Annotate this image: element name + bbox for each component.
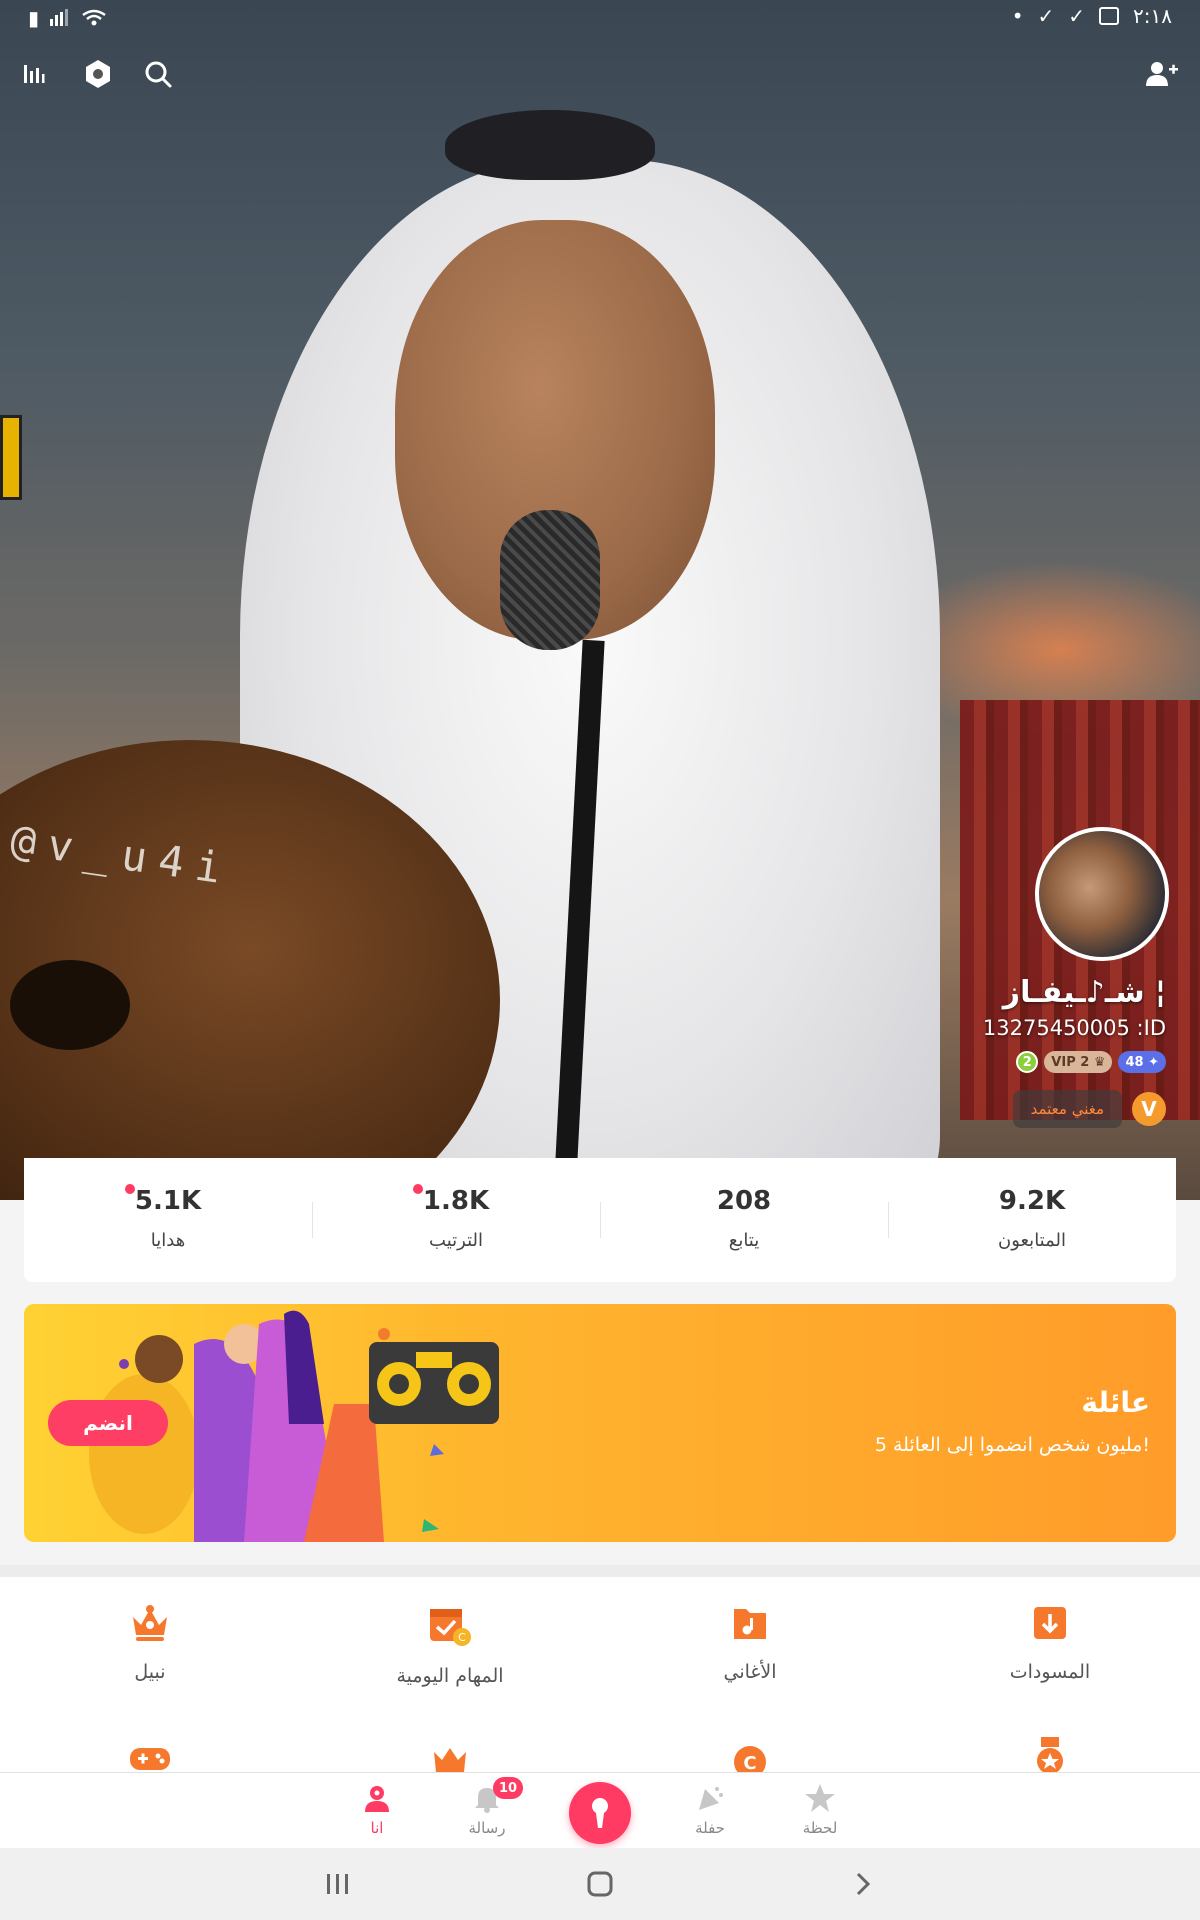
- messages-count-badge: 10: [493, 1777, 523, 1799]
- nav-profile[interactable]: انا: [337, 1783, 417, 1837]
- stat-gifts[interactable]: 5.1K هدايا: [24, 1158, 312, 1282]
- recent-apps-icon[interactable]: [318, 1866, 358, 1902]
- stat-following-label: يتابع: [728, 1230, 760, 1251]
- stat-gifts-value: 5.1K: [124, 1184, 202, 1216]
- stats-card: 5.1K هدايا 1.8K الترتيب 208 يتابع 9.2K ا…: [24, 1158, 1176, 1282]
- svg-text:C: C: [458, 1631, 466, 1644]
- verified-singer[interactable]: مغني معتمد V: [1012, 1090, 1166, 1128]
- home-icon[interactable]: [580, 1866, 620, 1902]
- stat-ranking-number: 1.8K: [422, 1186, 490, 1216]
- crown-outline-icon: [434, 1748, 466, 1772]
- nav-messages[interactable]: 10 رسالة: [447, 1777, 527, 1837]
- bottom-nav: انا 10 رسالة حفلة لحظة: [0, 1772, 1200, 1848]
- stat-followers-value: 9.2K: [998, 1186, 1066, 1216]
- profile-avatar[interactable]: [1035, 827, 1169, 961]
- status-time: ٢:١٨: [1133, 4, 1172, 28]
- drafts-icon: [1034, 1607, 1066, 1639]
- crown-icon: [133, 1605, 167, 1641]
- stat-ranking-label: الترتيب: [429, 1230, 483, 1251]
- stat-following-value: 208: [716, 1186, 772, 1216]
- new-dot: [412, 1184, 423, 1194]
- songs-icon: [734, 1609, 766, 1639]
- nav-moment-label: لحظة: [802, 1819, 838, 1837]
- status-bar: ▮ • ✓ ✓ ٢:١٨: [0, 0, 1200, 36]
- game-icon: [130, 1748, 170, 1770]
- grid-label-songs: الأغاني: [723, 1661, 777, 1683]
- grid-label-drafts: المسودات: [1009, 1661, 1091, 1683]
- back-icon[interactable]: [843, 1866, 883, 1902]
- family-banner[interactable]: انضم عائلة 5 مليون شخص انضموا إلى العائل…: [24, 1304, 1176, 1542]
- mic-icon: [592, 1798, 608, 1828]
- app-notification-icon: [1099, 7, 1120, 25]
- section-divider: [0, 1565, 1200, 1577]
- add-friend-icon[interactable]: [1140, 52, 1184, 96]
- family-subtitle: 5 مليون شخص انضموا إلى العائلة!: [874, 1434, 1150, 1456]
- nav-messages-label: رسالة: [468, 1819, 506, 1837]
- stats-icon[interactable]: [12, 52, 56, 96]
- dot-indicator: •: [1011, 4, 1024, 28]
- search-icon[interactable]: [136, 52, 180, 96]
- nav-party[interactable]: حفلة: [670, 1783, 750, 1837]
- grid-item-noble[interactable]: نبيل: [0, 1603, 300, 1683]
- grid-item-medals[interactable]: [900, 1735, 1200, 1776]
- profile-icon: [365, 1786, 389, 1812]
- daily-tasks-icon: C: [430, 1609, 471, 1646]
- username: شـ♪ـيفـاز ¦: [1002, 975, 1166, 1010]
- grid-label-daily-tasks: المهام اليومية: [396, 1665, 504, 1687]
- user-id[interactable]: 13275450005 :ID: [983, 1016, 1166, 1040]
- check-icon-2: ✓: [1068, 4, 1086, 28]
- settings-icon[interactable]: [76, 52, 120, 96]
- signal-icon: [50, 9, 69, 26]
- svg-text:C: C: [743, 1753, 756, 1772]
- cover-microphone: [500, 510, 600, 650]
- join-family-button[interactable]: انضم: [48, 1400, 168, 1446]
- stat-following[interactable]: 208 يتابع: [600, 1158, 888, 1282]
- party-icon: [699, 1787, 723, 1810]
- cover-yellow-marker: [0, 415, 22, 500]
- new-dot: [124, 1184, 135, 1194]
- nav-moment[interactable]: لحظة: [780, 1783, 860, 1837]
- system-navigation-bar: [0, 1848, 1200, 1920]
- grid-item-games[interactable]: [0, 1742, 300, 1776]
- stat-ranking[interactable]: 1.8K الترتيب: [312, 1158, 600, 1282]
- level-badge[interactable]: 2: [1016, 1051, 1039, 1073]
- grid-label-noble: نبيل: [134, 1661, 166, 1683]
- vip-badge[interactable]: VIP 2 ♛: [1044, 1051, 1113, 1073]
- cover-oud-soundhole: [10, 960, 130, 1050]
- stat-gifts-label: هدايا: [150, 1230, 186, 1251]
- cover-headband: [445, 110, 655, 180]
- grid-item-coins[interactable]: C: [600, 1742, 900, 1778]
- verified-badge-icon: V: [1132, 1092, 1166, 1126]
- grid-item-songs[interactable]: الأغاني: [600, 1603, 900, 1683]
- user-badges: 2 VIP 2 ♛ 48 ✦: [1016, 1051, 1166, 1073]
- check-icon: ✓: [1037, 4, 1055, 28]
- grid-item-daily-tasks[interactable]: C المهام اليومية: [300, 1603, 600, 1687]
- medal-icon: [1037, 1737, 1063, 1774]
- sim-icon: ▮: [28, 6, 40, 30]
- wifi-icon: [82, 9, 106, 26]
- nav-profile-label: انا: [370, 1819, 384, 1837]
- star-icon: [805, 1784, 835, 1812]
- stat-ranking-value: 1.8K: [412, 1184, 490, 1216]
- fans-badge[interactable]: 48 ✦: [1118, 1051, 1166, 1073]
- profile-screen: @v_u4i ▮ • ✓ ✓ ٢:١٨ شـ♪ـيفـاز ¦ 13275450…: [0, 0, 1200, 1920]
- verified-singer-label: مغني معتمد: [1012, 1090, 1122, 1128]
- stat-followers[interactable]: 9.2K المتابعون: [888, 1158, 1176, 1282]
- nav-party-label: حفلة: [695, 1819, 725, 1837]
- vip-badge-label: VIP 2: [1051, 1054, 1090, 1070]
- feature-grid: نبيل C المهام اليومية الأغاني المسودات C: [0, 1577, 1200, 1778]
- sing-button[interactable]: [569, 1782, 631, 1844]
- stat-followers-label: المتابعون: [997, 1230, 1067, 1251]
- family-title: عائلة: [1081, 1386, 1150, 1419]
- fans-badge-label: 48: [1125, 1054, 1144, 1070]
- grid-item-privileges[interactable]: [300, 1742, 600, 1776]
- grid-item-drafts[interactable]: المسودات: [900, 1603, 1200, 1683]
- stat-gifts-number: 5.1K: [134, 1186, 202, 1216]
- coin-icon: C: [734, 1746, 766, 1778]
